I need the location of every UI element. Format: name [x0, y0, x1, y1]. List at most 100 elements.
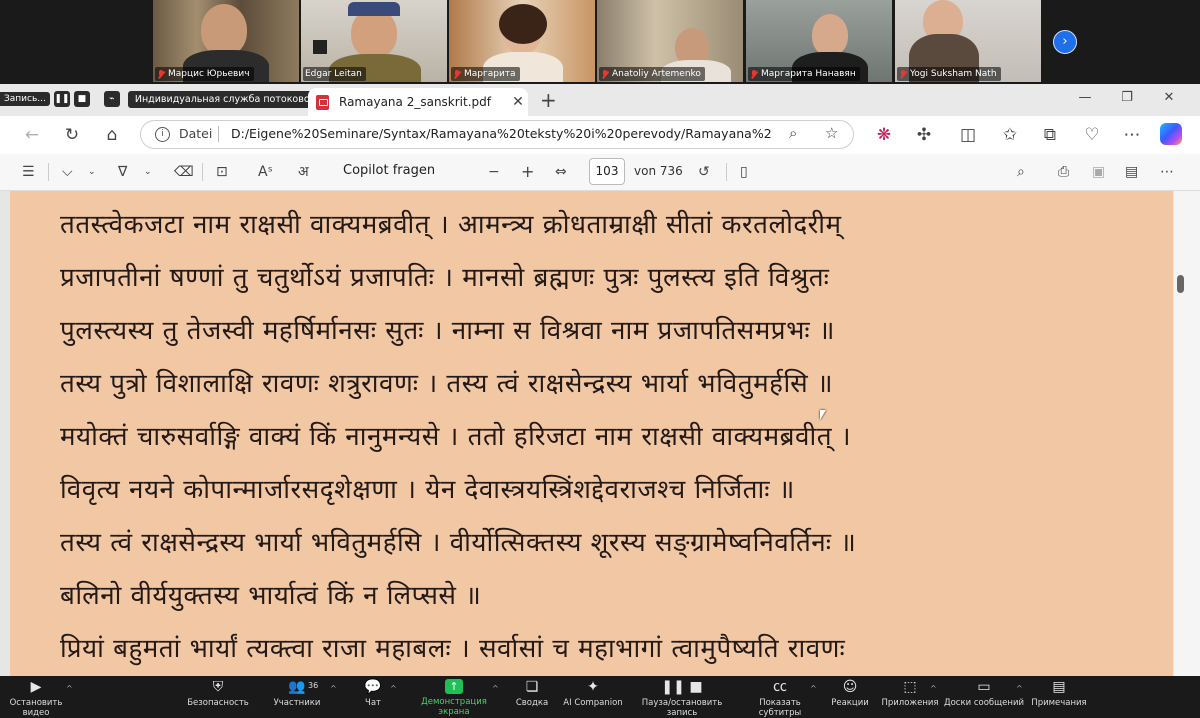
page-number-input[interactable]: 103 — [589, 158, 625, 185]
extensions-puzzle-icon[interactable]: ✣ — [912, 124, 936, 146]
stop-icon[interactable]: ■ — [73, 91, 90, 107]
chevron-up-icon[interactable]: ^ — [1016, 684, 1023, 693]
participant-name: Маргарита — [464, 69, 516, 79]
mic-muted-icon — [750, 69, 758, 79]
back-arrow-icon[interactable]: ← — [20, 124, 44, 146]
minimize-icon[interactable]: — — [1070, 90, 1100, 105]
stop-video-button[interactable]: ▶ Остановить видео — [0, 679, 72, 718]
participant-tile[interactable]: Маргарита Нанавян — [746, 0, 892, 82]
shield-icon: ⛨ — [212, 679, 224, 695]
address-prefix: Datei — [179, 126, 213, 141]
participant-tile[interactable]: Anatoliy Artemenko — [597, 0, 743, 82]
chevron-up-icon[interactable]: ^ — [810, 684, 817, 693]
table-of-contents-icon[interactable]: ☰ — [22, 162, 35, 182]
home-icon[interactable]: ⌂ — [100, 124, 124, 146]
rotate-icon[interactable]: ↺ — [698, 162, 710, 182]
reactions-button[interactable]: ☺ Реакции — [828, 679, 872, 708]
toolbar-label: Участники — [273, 698, 321, 708]
extension-icon[interactable]: ❋ — [872, 124, 896, 146]
info-icon[interactable]: i — [155, 127, 170, 142]
tab-pdf[interactable]: Ramayana 2_sanskrit.pdf ✕ — [308, 88, 528, 116]
notes-button[interactable]: ▤ Примечания — [1030, 679, 1088, 708]
whiteboards-button[interactable]: ▭ Доски сообщений — [942, 679, 1026, 708]
toolbar-label: Реакции — [831, 698, 869, 708]
tab-title: Ramayana 2_sanskrit.pdf — [339, 95, 491, 109]
notes-icon: ▤ — [1052, 679, 1066, 695]
save-icon[interactable]: ▣ — [1092, 162, 1105, 182]
toolbar-label: Сводка — [515, 698, 549, 708]
sanskrit-line: पुलस्त्यस्य तु तेजस्वी महर्षिर्मानसः सुत… — [60, 316, 835, 346]
copilot-ask-button[interactable]: Copilot fragen — [343, 163, 435, 178]
pause-stop-recording-button[interactable]: ❚❚ ■ Пауза/остановить запись — [628, 679, 736, 718]
scrollbar-track[interactable] — [1174, 191, 1200, 676]
participant-tile[interactable]: Марцис Юрьевич — [153, 0, 299, 82]
summary-button[interactable]: ❏ Сводка — [510, 679, 554, 708]
new-tab-plus-icon[interactable]: + — [540, 88, 557, 112]
toolbar-divider — [726, 163, 727, 181]
pdf-toolbar: ☰ ⌵ ⌄ ∇ ⌄ ⌫ ⊡ Aˢ अ Copilot fragen − + ⇔ … — [0, 154, 1200, 191]
save-as-icon[interactable]: ▤ — [1125, 162, 1138, 182]
fit-width-icon[interactable]: ⇔ — [555, 162, 567, 182]
eraser-icon[interactable]: ⌫ — [174, 162, 194, 182]
text-box-icon[interactable]: ⊡ — [216, 162, 228, 182]
copilot-icon[interactable] — [1160, 123, 1182, 145]
participant-tile[interactable]: Маргарита — [449, 0, 595, 82]
highlight-icon[interactable]: ⌵ — [62, 162, 73, 182]
chevron-down-icon[interactable]: ⌄ — [88, 162, 96, 182]
sanskrit-line: ततस्त्वेकजटा नाम राक्षसी वाक्यमब्रवीत् ।… — [60, 210, 842, 240]
favorite-star-icon[interactable]: ☆ — [825, 124, 838, 142]
next-page-arrow-icon[interactable]: › — [1053, 30, 1077, 54]
participants-button[interactable]: 👥 Участники — [264, 679, 330, 708]
favorites-icon[interactable]: ✩ — [998, 124, 1022, 146]
split-screen-icon[interactable]: ◫ — [956, 124, 980, 146]
zoom-in-icon[interactable]: + — [521, 162, 534, 182]
collections-icon[interactable]: ⧉ — [1038, 124, 1062, 146]
address-url[interactable]: D:/Eigene%20Seminare/Syntax/Ramayana%20t… — [231, 126, 771, 141]
chat-button[interactable]: 💬 Чат — [352, 679, 394, 708]
toolbar-label: Доски сообщений — [943, 698, 1025, 708]
scrollbar-thumb[interactable] — [1177, 275, 1184, 293]
pause-icon[interactable]: ❚❚ — [53, 91, 70, 107]
page-view-icon[interactable]: ▯ — [740, 162, 748, 182]
chevron-up-icon[interactable]: ^ — [330, 684, 337, 693]
print-icon[interactable]: ⎙ — [1058, 162, 1069, 182]
security-button[interactable]: ⛨ Безопасность — [180, 679, 256, 708]
share-screen-button[interactable]: ↑ Демонстрация экрана — [406, 679, 502, 717]
chevron-up-icon[interactable]: ^ — [492, 684, 499, 693]
meeting-toolbar: ▶ Остановить видео ^ ⛨ Безопасность 👥 Уч… — [0, 676, 1200, 718]
more-menu-icon[interactable]: ⋯ — [1120, 124, 1144, 146]
zoom-out-icon[interactable]: − — [488, 162, 500, 182]
toolbar-divider — [202, 163, 203, 181]
draw-icon[interactable]: ∇ — [118, 162, 127, 182]
participant-tile[interactable]: Yogi Suksham Nath — [895, 0, 1041, 82]
address-bar[interactable]: i Datei D:/Eigene%20Seminare/Syntax/Rama… — [140, 120, 854, 149]
toolbar-label: Остановить видео — [9, 698, 63, 718]
participant-tile[interactable]: Edgar Leitan — [301, 0, 447, 82]
pause-record-icon: ❚❚ ■ — [661, 679, 703, 695]
performance-icon[interactable]: ♡ — [1080, 124, 1104, 146]
participant-nameplate: Anatoliy Artemenko — [599, 67, 705, 81]
stream-icon[interactable]: ⌁ — [103, 91, 120, 107]
more-menu-icon[interactable]: ⋯ — [1160, 162, 1174, 182]
zoom-magnifier-icon[interactable]: ⌕ — [789, 124, 797, 142]
toolbar-divider — [48, 163, 49, 181]
refresh-icon[interactable]: ↻ — [60, 124, 84, 146]
search-icon[interactable]: ⌕ — [1017, 162, 1025, 182]
chevron-up-icon[interactable]: ^ — [390, 684, 397, 693]
toolbar-label: Приложения — [881, 698, 939, 708]
chevron-down-icon[interactable]: ⌄ — [144, 162, 152, 182]
toolbar-label: Пауза/остановить запись — [641, 698, 723, 718]
restore-icon[interactable]: ❐ — [1112, 90, 1142, 105]
close-icon[interactable]: ✕ — [508, 94, 528, 110]
sanskrit-line: बलिनो वीर्ययुक्तस्य भार्यात्वं किं न लिप… — [60, 581, 482, 611]
chevron-up-icon[interactable]: ^ — [66, 684, 73, 693]
read-aloud-icon[interactable]: Aˢ — [258, 162, 273, 182]
whiteboard-icon: ▭ — [977, 679, 991, 695]
chevron-up-icon[interactable]: ^ — [930, 684, 937, 693]
sanskrit-line: मयोक्तं चारुसर्वाङ्गि वाक्यं किं नानुमन्… — [60, 422, 852, 452]
pdf-viewer[interactable]: ततस्त्वेकजटा नाम राक्षसी वाक्यमब्रवीत् ।… — [0, 191, 1200, 676]
sanskrit-line: तस्य त्वं राक्षसेन्द्रस्य भार्या भवितुमर… — [60, 528, 857, 558]
translate-icon[interactable]: अ — [298, 162, 309, 182]
ai-companion-button[interactable]: ✦ AI Companion — [562, 679, 624, 708]
window-close-icon[interactable]: ✕ — [1154, 90, 1184, 105]
